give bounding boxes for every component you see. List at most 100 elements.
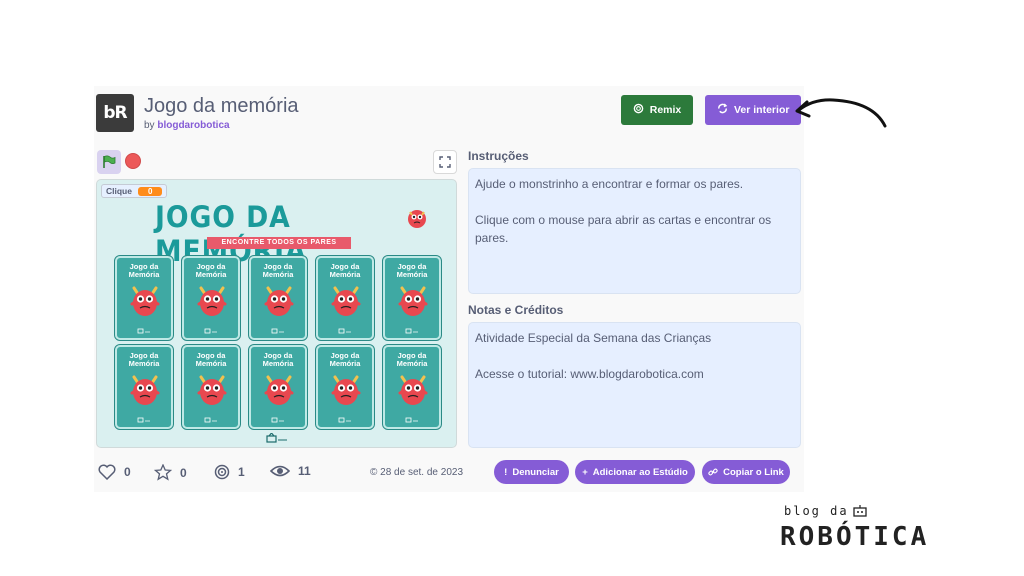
instructions-text-2: Clique com o mouse para abrir as cartas … [475,213,772,245]
memory-card[interactable]: Jogo da Memória [114,255,174,341]
green-flag-button[interactable] [97,150,121,174]
instructions-heading: Instruções [468,149,529,163]
views-count: 11 [298,464,311,478]
fullscreen-icon [439,156,451,168]
watermark-top-text: blog da [784,504,849,518]
monster-icon [264,286,294,316]
monster-icon [398,286,428,316]
report-label: Denunciar [512,466,559,478]
see-inside-label: Ver interior [734,104,790,116]
copyright-icon: © [370,467,378,478]
shared-date-text: 28 de set. de 2023 [380,467,464,478]
card-label-line2: Memória [396,359,428,368]
see-inside-icon [717,103,728,117]
remix-button[interactable]: Remix [621,95,693,125]
robot-logo-icon [137,417,150,423]
notes-heading: Notas e Créditos [468,303,564,317]
card-label: Jogo da Memória [117,352,171,368]
card-label-line2: Memória [195,359,227,368]
card-label-line2: Memória [262,359,294,368]
card-label: Jogo da Memória [318,263,372,279]
blog-watermark-logo: blog da ROBÓTICA [780,504,970,554]
card-label: Jogo da Memória [117,263,171,279]
card-label-line2: Memória [329,270,361,279]
watermark-main-text: ROBÓTICA [780,522,930,552]
add-to-studio-button[interactable]: + Adicionar ao Estúdio [575,460,695,484]
favorite-stat[interactable]: 0 [154,464,187,481]
monster-icon [197,286,227,316]
stop-button[interactable] [125,153,141,169]
robot-logo-icon [338,328,351,334]
card-label: Jogo da Memória [251,263,305,279]
game-stage[interactable]: Clique 0 JOGO DA MEMÓRIA ENCONTRE TODOS … [96,179,457,448]
memory-card[interactable]: Jogo da Memória [248,344,308,430]
card-label-line2: Memória [396,270,428,279]
robot-logo-icon [204,417,217,423]
monster-icon [398,375,428,405]
see-inside-button[interactable]: Ver interior [705,95,801,125]
fullscreen-button[interactable] [433,150,457,174]
card-label: Jogo da Memória [251,352,305,368]
remix-label: Remix [649,104,682,116]
byline-prefix: by [144,120,155,131]
memory-card[interactable]: Jogo da Memória [315,255,375,341]
robot-logo-icon [271,328,284,334]
robot-logo-icon [271,417,284,423]
author-avatar[interactable]: bR [96,94,134,132]
memory-card[interactable]: Jogo da Memória [181,344,241,430]
project-byline: by blogdarobotica [144,120,230,131]
card-label: Jogo da Memória [385,263,439,279]
memory-card[interactable]: Jogo da Memória [248,255,308,341]
monster-icon [408,210,426,228]
card-label-line2: Memória [128,359,160,368]
author-link[interactable]: blogdarobotica [157,120,229,131]
shared-date: © 28 de set. de 2023 [370,467,463,478]
monster-icon [130,375,160,405]
robot-logo-icon [405,417,418,423]
card-label-line2: Memória [195,270,227,279]
heart-icon [98,464,116,480]
alert-icon: ! [504,466,508,478]
notes-text-1: Atividade Especial da Semana das Criança… [475,331,712,345]
copy-link-button[interactable]: Copiar o Link [702,460,790,484]
memory-card[interactable]: Jogo da Memória [315,344,375,430]
monster-icon [331,375,361,405]
stage-logo [265,432,289,445]
love-stat[interactable]: 0 [98,464,131,480]
plus-icon: + [582,466,588,478]
green-flag-icon [103,155,116,168]
favorite-count: 0 [180,465,187,480]
remix-count-icon [214,464,230,480]
card-label-line2: Memória [262,270,294,279]
star-icon [154,464,172,481]
card-label: Jogo da Memória [318,352,372,368]
click-counter-monitor: Clique 0 [101,184,168,198]
remix-icon [633,103,644,117]
memory-card[interactable]: Jogo da Memória [114,344,174,430]
instructions-text-1: Ajude o monstrinho a encontrar e formar … [475,177,744,191]
remix-stat: 1 [214,464,245,480]
memory-card[interactable]: Jogo da Memória [382,344,442,430]
monster-icon [197,375,227,405]
memory-card[interactable]: Jogo da Memória [382,255,442,341]
views-stat: 11 [270,464,311,478]
copy-link-label: Copiar o Link [723,466,784,478]
add-studio-label: Adicionar ao Estúdio [592,466,688,478]
report-button[interactable]: ! Denunciar [494,460,569,484]
robot-logo-icon [266,432,287,443]
robot-logo-icon [338,417,351,423]
monster-icon [264,375,294,405]
pointer-arrow-annotation [795,98,887,128]
notes-text-2: Acesse o tutorial: www.blogdarobotica.co… [475,367,704,381]
card-label: Jogo da Memória [184,263,238,279]
robot-icon [853,505,867,517]
robot-logo-icon [204,328,217,334]
love-count: 0 [124,465,131,479]
card-label: Jogo da Memória [385,352,439,368]
memory-card[interactable]: Jogo da Memória [181,255,241,341]
card-label-line2: Memória [329,359,361,368]
card-label-line2: Memória [128,270,160,279]
monitor-label: Clique [106,186,132,196]
link-icon [708,468,718,476]
monster-icon [130,286,160,316]
